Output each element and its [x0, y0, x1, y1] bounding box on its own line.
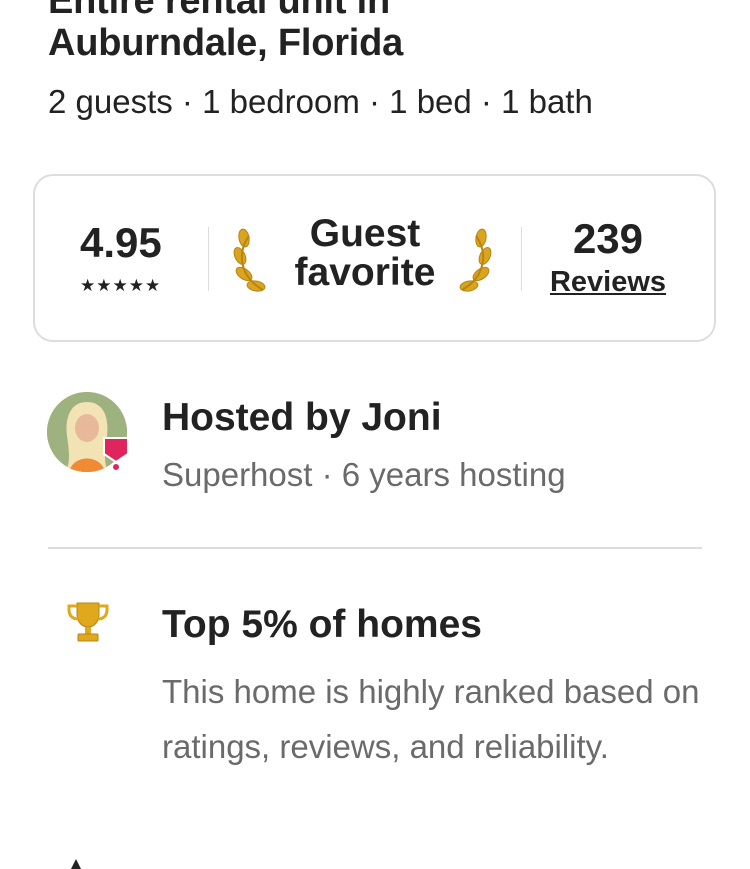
card-divider-right — [521, 227, 522, 291]
reviews-count: 239 — [572, 215, 644, 262]
guest-favorite-badge: Guest favorite — [278, 214, 452, 292]
card-divider-left — [208, 227, 209, 291]
rating-stars: ★★★★★ — [80, 276, 162, 295]
badge-line-1: Guest — [309, 212, 421, 255]
host-subtitle: Superhost · 6 years hosting — [162, 456, 566, 493]
reviews-link[interactable]: Reviews — [540, 268, 676, 297]
host-name: Hosted by Joni — [162, 396, 442, 439]
listing-details: 2 guests · 1 bedroom · 1 bed · 1 bath — [48, 83, 593, 120]
listing-title: Auburndale, Florida — [48, 22, 404, 64]
highlight-title: Top 5% of homes — [162, 603, 482, 646]
trophy-icon — [67, 602, 109, 642]
listing-title-clipped: Entire rental unit in — [48, 0, 391, 22]
next-highlight-icon-clipped — [64, 857, 88, 869]
badge-line-2: favorite — [294, 251, 436, 294]
highlight-description: This home is highly ranked based on rati… — [162, 673, 700, 765]
laurel-left-icon — [233, 228, 266, 292]
section-divider — [48, 547, 702, 549]
superhost-badge-icon — [103, 437, 129, 472]
laurel-right-icon — [459, 228, 492, 292]
rating-value: 4.95 — [80, 219, 162, 266]
